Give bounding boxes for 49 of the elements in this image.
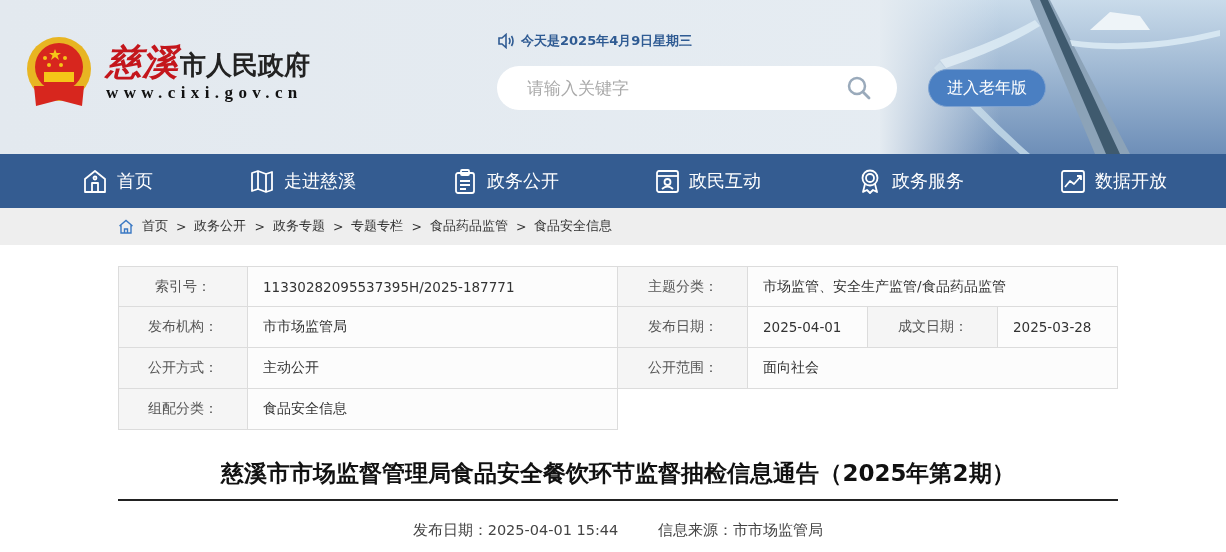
breadcrumb-link[interactable]: 食品药品监管 <box>429 218 508 235</box>
separator: > <box>176 219 187 234</box>
home-icon[interactable] <box>118 219 134 234</box>
field-value: 主动公开 <box>248 348 618 389</box>
field-value: 市场监管、安全生产监管/食品药品监管 <box>748 266 1118 307</box>
field-label: 成文日期： <box>868 307 998 348</box>
breadcrumb-link[interactable]: 政务专题 <box>272 218 325 235</box>
emblem-icon <box>26 36 92 108</box>
separator: > <box>254 219 265 234</box>
map-icon <box>248 167 275 195</box>
breadcrumb-link[interactable]: 政务公开 <box>194 218 247 235</box>
nav-item[interactable]: 首页 <box>82 167 153 195</box>
field-value: 食品安全信息 <box>248 389 618 430</box>
field-value: 2025-04-01 <box>748 307 868 348</box>
search-icon[interactable] <box>847 76 871 100</box>
separator: > <box>515 219 527 234</box>
field-label: 主题分类： <box>618 266 748 307</box>
field-value: 2025-03-28 <box>998 307 1118 348</box>
field-label: 公开方式： <box>118 348 248 389</box>
person-card-icon <box>654 167 681 195</box>
search-field[interactable]: 请输入关键字 <box>497 66 897 110</box>
nav-item[interactable]: 数据开放 <box>1060 167 1167 195</box>
info-source: 信息来源：市市场监管局 <box>658 521 824 540</box>
field-value: 11330282095537395H/2025-187771 <box>248 266 618 307</box>
home-icon <box>82 167 108 195</box>
site-url: www.cixi.gov.cn <box>106 83 304 103</box>
field-value: 市市场监管局 <box>248 307 618 348</box>
breadcrumb-link[interactable]: 食品安全信息 <box>534 218 613 235</box>
separator: > <box>411 219 422 234</box>
elder-mode-button[interactable]: 进入老年版 <box>928 69 1046 107</box>
nav-item[interactable]: 政务服务 <box>857 167 965 195</box>
field-label: 组配分类： <box>118 389 248 430</box>
date-text: 今天是2025年4月9日星期三 <box>521 32 693 50</box>
article-title: 慈溪市市场监督管理局食品安全餐饮环节监督抽检信息通告（2025年第2期） <box>118 430 1118 501</box>
field-label: 公开范围： <box>618 348 748 389</box>
field-label: 发布日期： <box>618 307 748 348</box>
nav-item[interactable]: 政务公开 <box>451 167 559 195</box>
field-value: 面向社会 <box>748 348 1118 389</box>
field-label: 索引号： <box>118 266 248 307</box>
field-label: 发布机构： <box>118 307 248 348</box>
publish-date: 发布日期：2025-04-01 15:44 <box>412 521 619 540</box>
breadcrumb-link[interactable]: 首页 <box>142 218 168 235</box>
breadcrumb-link[interactable]: 专题专栏 <box>351 218 404 235</box>
separator: > <box>332 219 344 234</box>
nav-item[interactable]: 走进慈溪 <box>248 167 356 195</box>
speaker-icon <box>497 33 515 49</box>
chart-icon <box>1060 167 1086 195</box>
logo-title: 市人民政府 <box>180 50 310 81</box>
nav-item[interactable]: 政民互动 <box>654 167 762 195</box>
